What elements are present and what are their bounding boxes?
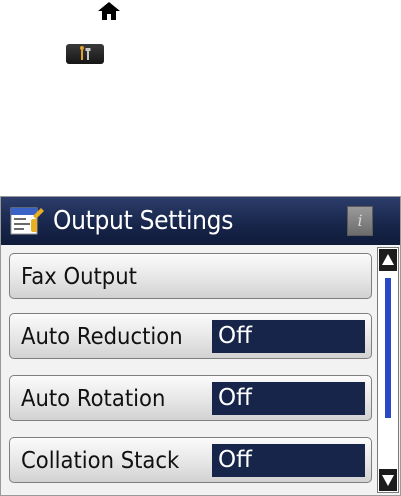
scroll-up-arrow-icon[interactable]: [379, 249, 397, 271]
auto-rotation-row[interactable]: Auto Rotation Off: [9, 375, 372, 421]
row-value: Off: [212, 382, 365, 415]
scroll-thumb[interactable]: [385, 278, 391, 418]
row-label: Auto Rotation: [21, 386, 166, 412]
output-settings-icon: [9, 204, 45, 238]
row-label: Collation Stack: [21, 448, 180, 474]
auto-reduction-row[interactable]: Auto Reduction Off: [9, 313, 372, 359]
fax-output-button[interactable]: Fax Output: [9, 253, 372, 299]
info-icon[interactable]: i: [347, 206, 373, 236]
panel-title: Output Settings: [53, 206, 234, 236]
output-settings-panel: Output Settings i Fax Output Auto Reduct…: [0, 196, 401, 496]
row-value: Off: [212, 444, 365, 477]
row-label: Auto Reduction: [21, 324, 183, 350]
setup-icon: [66, 44, 104, 64]
home-icon: [96, 0, 122, 22]
panel-titlebar: Output Settings i: [1, 197, 400, 245]
row-label: Fax Output: [21, 264, 137, 290]
collation-stack-row[interactable]: Collation Stack Off: [9, 437, 372, 483]
row-value: Off: [212, 320, 365, 353]
scrollbar[interactable]: [377, 247, 399, 493]
scroll-down-arrow-icon[interactable]: [379, 469, 397, 491]
